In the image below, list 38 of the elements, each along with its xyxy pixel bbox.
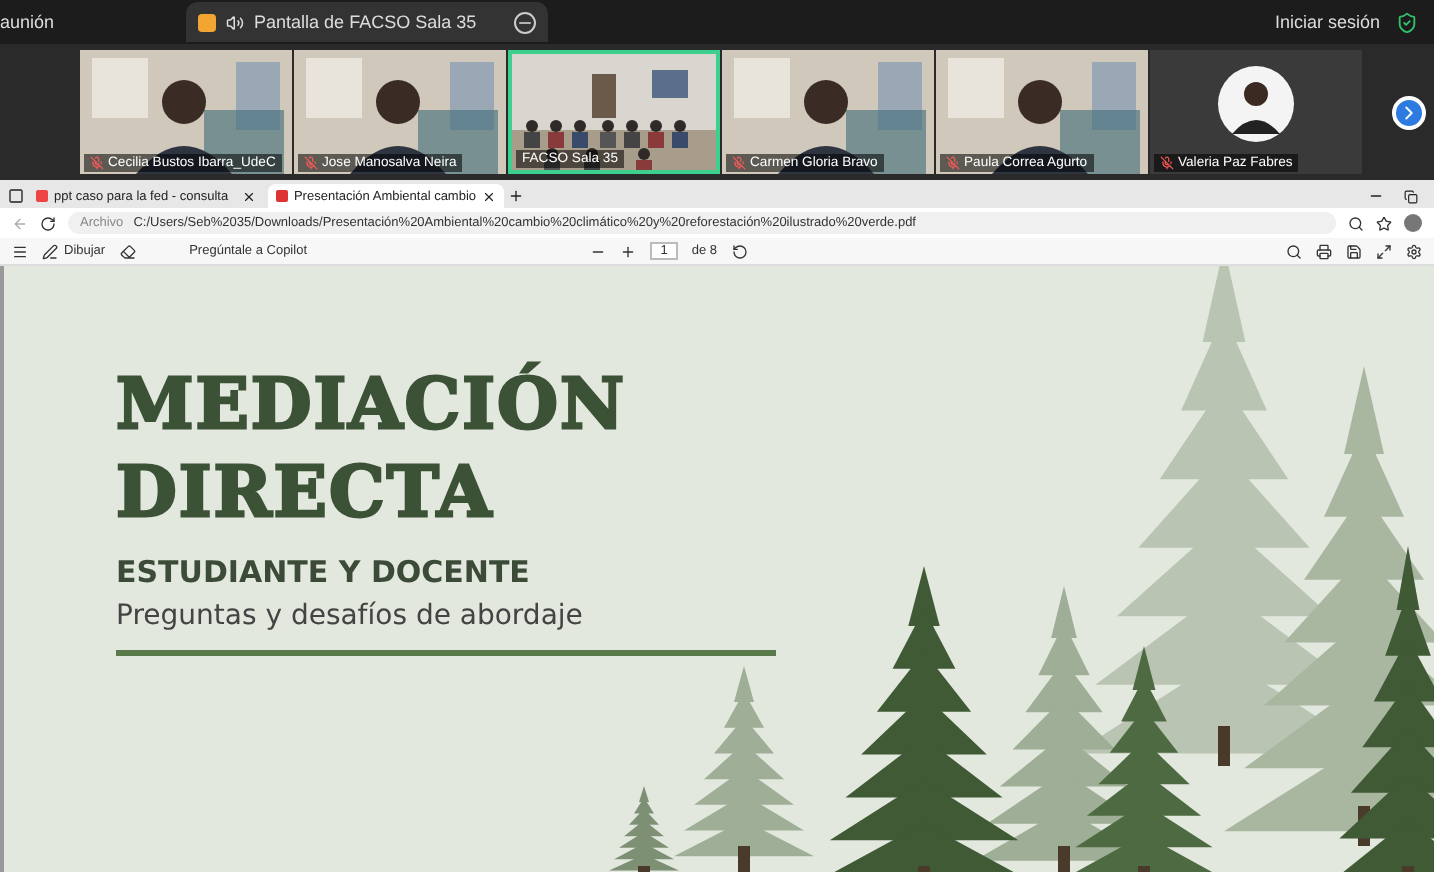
close-icon[interactable] <box>482 189 496 203</box>
restore-icon[interactable] <box>1404 190 1418 204</box>
reload-icon[interactable] <box>40 215 56 231</box>
slide-title: MEDIACIÓN <box>116 362 629 450</box>
minimize-icon[interactable] <box>514 11 537 33</box>
menu-icon[interactable] <box>12 243 28 259</box>
sign-in-button[interactable]: Iniciar sesión <box>1274 12 1380 32</box>
new-tab-icon[interactable] <box>508 188 524 204</box>
muted-mic-icon <box>1160 156 1174 170</box>
speaker-icon <box>226 13 245 31</box>
slide-subtitle: ESTUDIANTE Y DOCENTE <box>116 554 532 590</box>
meeting-title: aunión <box>0 12 55 32</box>
shield-icon <box>1396 11 1418 33</box>
muted-mic-icon <box>90 156 104 170</box>
close-icon[interactable] <box>242 189 256 203</box>
star-icon[interactable] <box>1376 215 1392 231</box>
eraser-icon[interactable] <box>119 243 136 259</box>
muted-mic-icon <box>732 156 746 170</box>
tab-favicon-icon <box>276 190 288 202</box>
save-icon[interactable] <box>1346 243 1362 259</box>
slide-tagline: Preguntas y desafíos de abordaje <box>116 600 585 632</box>
search-icon[interactable] <box>1286 243 1302 259</box>
share-icon <box>198 13 217 31</box>
print-icon[interactable] <box>1316 243 1332 259</box>
search-icon[interactable] <box>1348 215 1364 231</box>
share-tab[interactable]: Pantalla de FACSO Sala 35 <box>186 2 549 42</box>
next-button[interactable] <box>1392 95 1426 129</box>
tab-actions-icon[interactable] <box>8 188 24 204</box>
settings-icon[interactable] <box>1406 243 1422 259</box>
muted-mic-icon <box>304 156 318 170</box>
rotate-icon[interactable] <box>731 243 748 259</box>
tab-favicon-icon <box>36 190 48 202</box>
muted-mic-icon <box>946 156 960 170</box>
slide-title: DIRECTA <box>116 450 496 538</box>
profile-icon[interactable] <box>1404 214 1422 232</box>
zoom-in-icon[interactable] <box>620 243 637 259</box>
pen-icon <box>42 243 58 259</box>
fullscreen-icon[interactable] <box>1376 243 1392 259</box>
